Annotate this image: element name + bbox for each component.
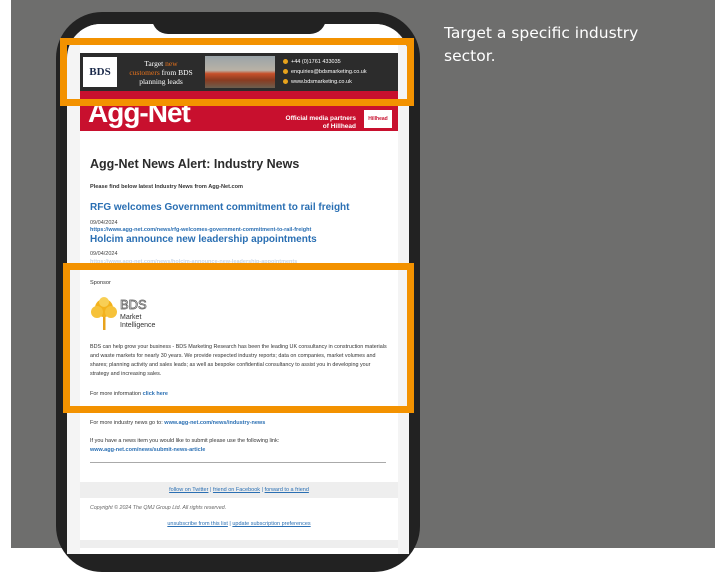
bottom-strip — [80, 540, 398, 548]
news-date: 09/04/2024 — [90, 220, 118, 226]
industry-news-link[interactable]: www.agg-net.com/news/industry-news — [164, 420, 265, 426]
side-note: Target a specific industry sector. — [444, 24, 639, 65]
phone-notch — [152, 12, 326, 34]
update-preferences-link[interactable]: update subscription preferences — [232, 521, 310, 527]
forward-link[interactable]: forward to a friend — [265, 487, 309, 493]
more-news-line: For more industry news go to: www.agg-ne… — [90, 420, 266, 426]
news-title-link[interactable]: RFG welcomes Government commitment to ra… — [90, 202, 350, 213]
twitter-link[interactable]: follow on Twitter — [169, 487, 208, 493]
copyright: Copyright © 2024 The QMJ Group Ltd. All … — [90, 505, 227, 511]
submit-news-text: If you have a news item you would like t… — [90, 438, 280, 444]
facebook-link[interactable]: friend on Facebook — [213, 487, 260, 493]
email-title: Agg-Net News Alert: Industry News — [90, 157, 300, 171]
news-date: 09/04/2024 — [90, 251, 118, 257]
divider — [90, 462, 386, 463]
email-intro: Please find below latest Industry News f… — [90, 184, 244, 190]
partner-text: Official media partners of Hillhead — [285, 115, 356, 130]
social-links: follow on Twitter | friend on Facebook |… — [80, 482, 398, 498]
submit-news-link[interactable]: www.agg-net.com/news/submit-news-article — [90, 447, 205, 453]
sponsor-highlight-box — [63, 263, 414, 413]
banner-highlight-box — [60, 38, 414, 106]
news-url-link[interactable]: https://www.agg-net.com/news/rfg-welcome… — [90, 227, 311, 233]
unsubscribe-links: unsubscribe from this list | update subs… — [167, 521, 311, 527]
news-title-link[interactable]: Holcim announce new leadership appointme… — [90, 234, 317, 245]
unsubscribe-link[interactable]: unsubscribe from this list — [167, 521, 228, 527]
hillhead-logo: Hillhead — [364, 110, 392, 128]
